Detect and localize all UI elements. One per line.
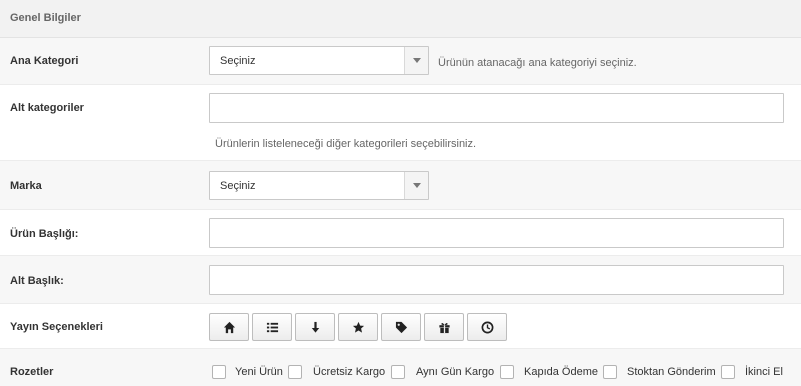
rozetler-label: Rozetler [10, 366, 54, 378]
marka-select[interactable]: Seçiniz [209, 171, 429, 200]
star-button[interactable] [338, 313, 378, 341]
rozet-ikinci-el-checkbox[interactable] [721, 365, 735, 379]
home-button[interactable] [209, 313, 249, 341]
alt-kategoriler-hint: Ürünlerin listeleneceği diğer kategorile… [215, 138, 477, 150]
rozet-kapida-odeme-label: Kapıda Ödeme [524, 366, 598, 378]
home-icon [223, 321, 236, 334]
ana-kategori-select[interactable]: Seçiniz [209, 46, 429, 75]
yayin-label: Yayın Seçenekleri [10, 321, 103, 333]
gift-icon [439, 323, 450, 334]
row-yayin-secenekleri: Yayın Seçenekleri [0, 304, 801, 349]
rozet-yeni-urun-label: Yeni Ürün [235, 366, 283, 378]
star-icon [352, 321, 365, 333]
clock-button[interactable] [467, 313, 507, 341]
marka-selected: Seçiniz [220, 180, 256, 192]
alt-baslik-input[interactable] [209, 265, 784, 295]
chevron-down-icon [404, 172, 428, 199]
rozet-ikinci-el-label: İkinci El [745, 366, 783, 378]
row-ana-kategori: Ana Kategori Seçiniz Ürünün atanacağı an… [0, 38, 801, 85]
chevron-down-icon [404, 47, 428, 74]
urun-basligi-label: Ürün Başlığı: [10, 228, 79, 240]
rozet-stoktan-gonderim-label: Stoktan Gönderim [627, 366, 716, 378]
ana-kategori-hint: Ürünün atanacağı ana kategoriyi seçiniz. [438, 57, 637, 69]
row-marka: Marka Seçiniz [0, 161, 801, 210]
row-urun-basligi: Ürün Başlığı: [0, 210, 801, 256]
rozet-ayni-gun-kargo-label: Aynı Gün Kargo [416, 366, 495, 378]
alt-kategoriler-label: Alt kategoriler [10, 102, 84, 114]
arrow-down-icon [311, 321, 320, 333]
row-alt-baslik: Alt Başlık: [0, 256, 801, 304]
panel-title: Genel Bilgiler [10, 12, 81, 24]
row-alt-kategoriler: Alt kategoriler Ürünlerin listeleneceği … [0, 85, 801, 161]
list-button[interactable] [252, 313, 292, 341]
rozet-kapida-odeme-checkbox[interactable] [500, 365, 514, 379]
ana-kategori-label: Ana Kategori [10, 55, 79, 67]
rozet-ucretsiz-kargo-label: Ücretsiz Kargo [313, 366, 386, 378]
rozet-ucretsiz-kargo-checkbox[interactable] [288, 365, 302, 379]
alt-kategoriler-input[interactable] [209, 93, 784, 123]
alt-baslik-label: Alt Başlık: [10, 275, 64, 287]
row-rozetler: Rozetler Yeni Ürün Ücretsiz Kargo Aynı G… [0, 349, 801, 386]
urun-basligi-input[interactable] [209, 218, 784, 248]
rozet-yeni-urun-checkbox[interactable] [212, 365, 226, 379]
panel-header: Genel Bilgiler [0, 0, 801, 38]
tag-icon [395, 321, 408, 334]
gift-button[interactable] [424, 313, 464, 341]
clock-icon [481, 321, 494, 334]
marka-label: Marka [10, 180, 42, 192]
ana-kategori-selected: Seçiniz [220, 55, 256, 67]
arrow-down-button[interactable] [295, 313, 335, 341]
list-icon [266, 322, 279, 333]
rozet-ayni-gun-kargo-checkbox[interactable] [391, 365, 405, 379]
tag-button[interactable] [381, 313, 421, 341]
rozet-stoktan-gonderim-checkbox[interactable] [603, 365, 617, 379]
